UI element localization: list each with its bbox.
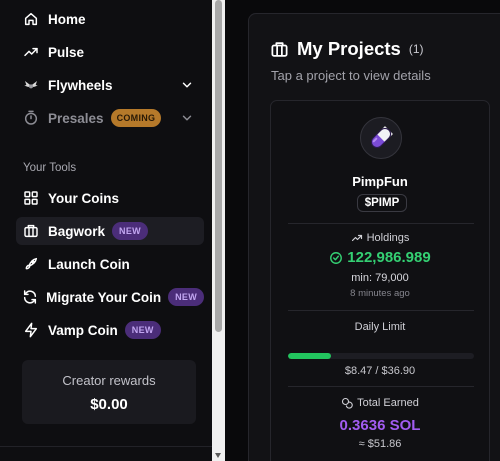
holdings-value: 122,986.989 [271,249,489,266]
coins-icon [342,397,353,409]
nav-label-migrate-your-coin: Migrate Your Coin [46,289,162,305]
nav-item-presales[interactable]: Presales COMING [16,104,204,132]
nav-label-flywheels: Flywheels [48,77,113,93]
new-badge: NEW [168,288,204,306]
holdings-amount: 122,986.989 [347,249,431,266]
main-content: My Projects (1) Tap a project to view de… [225,0,500,461]
holdings-label: Holdings [271,232,489,244]
creator-rewards-amount: $0.00 [90,396,128,413]
creator-rewards-title: Creator rewards [62,373,156,388]
nav-label-presales: Presales [48,110,104,126]
nav-item-your-coins[interactable]: Your Coins [16,184,204,212]
holdings-timestamp: 8 minutes ago [350,288,410,299]
scroll-down-arrow-icon[interactable] [215,453,221,458]
briefcase-icon [271,41,288,57]
nav-label-your-coins: Your Coins [48,190,120,206]
trending-icon [351,234,362,242]
sidebar-divider [0,446,212,447]
nav-label-home: Home [48,11,86,27]
project-count: (1) [408,42,424,56]
project-name: PimpFun [352,174,408,189]
page-title: My Projects [297,38,401,59]
divider [288,223,474,224]
daily-limit-progress-fill [288,353,331,359]
creator-rewards-card[interactable]: Creator rewards $0.00 [22,360,196,424]
new-badge: NEW [124,321,161,339]
coming-badge: COMING [110,109,162,127]
pulse-icon [20,41,42,63]
nav-label-bagwork: Bagwork [48,223,106,239]
nav-label-vamp-coin: Vamp Coin [48,322,118,338]
your-tools-heading: Your Tools [23,162,77,174]
divider [288,310,474,311]
nav-item-launch-coin[interactable]: Launch Coin [16,250,204,278]
chevron-down-icon[interactable] [180,111,194,125]
project-card[interactable]: PimpFun $PIMP Holdings 122,986.989 min: … [270,100,490,461]
nav-item-pulse[interactable]: Pulse [16,38,204,66]
panel-header: My Projects (1) [270,38,424,60]
grid-icon [20,187,42,209]
briefcase-icon [20,220,42,242]
nav-item-vamp-coin[interactable]: Vamp Coin NEW [16,316,204,344]
project-avatar [360,117,402,159]
panel-subtitle: Tap a project to view details [271,68,431,83]
new-badge: NEW [112,222,148,240]
sidebar-scrollbar[interactable] [212,0,225,461]
sidebar: Home Pulse Flywheels Presales COMING You… [0,0,212,461]
daily-limit-text: $8.47 / $36.90 [344,365,416,377]
total-earned-sol: 0.3636 SOL [339,417,421,434]
total-earned-label: Total Earned [271,397,489,409]
total-earned-label-text: Total Earned [357,397,419,409]
bolt-icon [20,319,42,341]
daily-limit-label: Daily Limit [354,321,406,333]
chevron-down-icon[interactable] [180,78,194,92]
holdings-minimum: min: 79,000 [351,272,409,284]
nav-item-home[interactable]: Home [16,5,204,33]
holdings-label-text: Holdings [366,232,410,244]
total-earned-usd: ≈ $51.86 [358,438,402,450]
divider [288,386,474,387]
my-projects-panel: My Projects (1) Tap a project to view de… [248,13,500,461]
nav-label-pulse: Pulse [48,44,85,60]
home-icon [20,8,42,30]
scrollbar-thumb[interactable] [215,0,222,332]
nav-label-launch-coin: Launch Coin [48,256,130,272]
pill-icon [370,126,393,149]
refresh-icon [20,286,40,308]
rocket-icon [20,253,42,275]
nav-item-flywheels[interactable]: Flywheels [16,71,204,99]
flywheel-icon [20,74,42,96]
project-ticker: $PIMP [357,194,407,212]
nav-item-bagwork[interactable]: Bagwork NEW [16,217,204,245]
check-circle-icon [330,251,343,264]
daily-limit-progress-bar [288,353,474,359]
timer-icon [20,107,42,129]
nav-item-migrate-your-coin[interactable]: Migrate Your Coin NEW [16,283,204,311]
